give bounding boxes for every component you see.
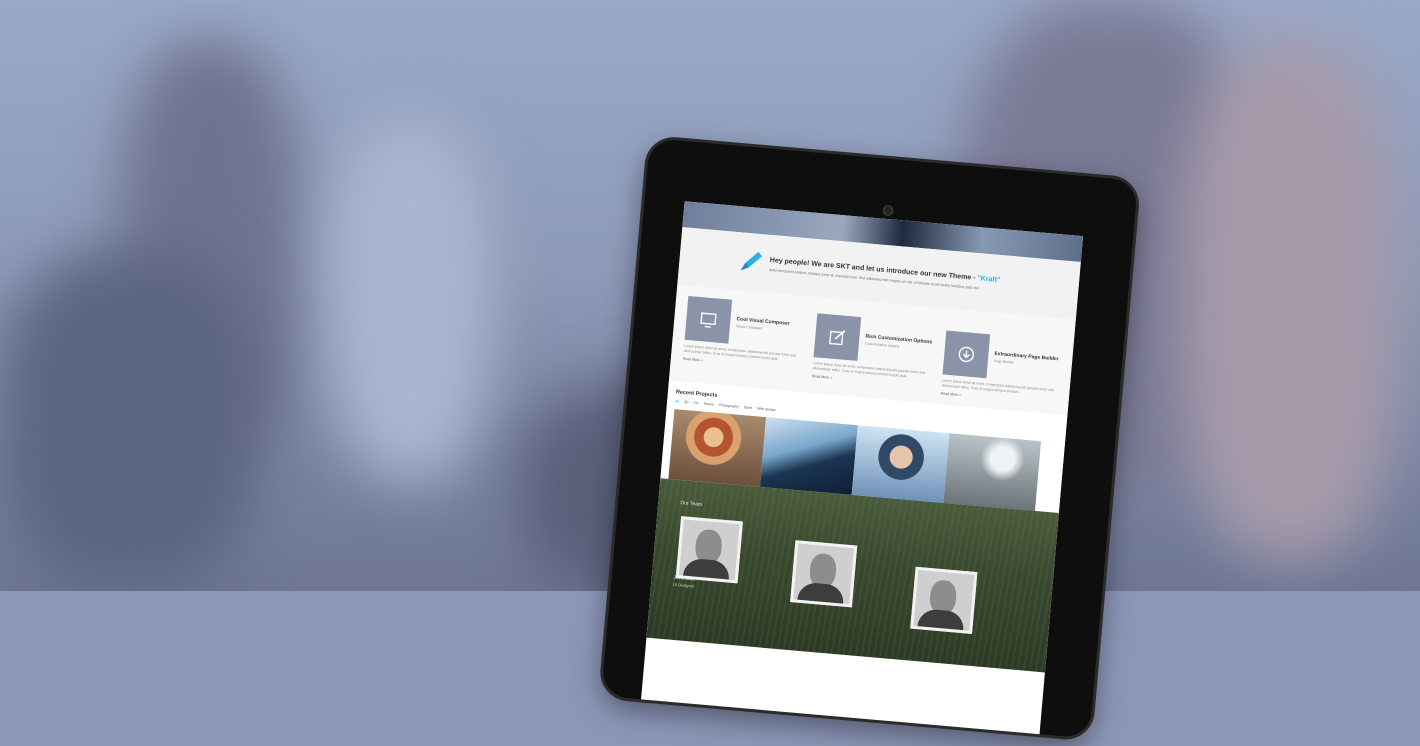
team-section: Our Team John Doe UI Designer bbox=[646, 478, 1059, 673]
feature-item: Extraordinary Page Builder Page Builder … bbox=[940, 330, 1064, 411]
project-thumbnail[interactable] bbox=[760, 417, 858, 495]
filter-tab[interactable]: Nature bbox=[703, 402, 714, 407]
filter-tab[interactable]: All bbox=[675, 399, 679, 403]
tablet-device: Hey people! We are SKT and let us introd… bbox=[601, 138, 1228, 746]
feature-icon-box bbox=[813, 313, 862, 361]
feature-subtitle: Customization options bbox=[864, 341, 900, 349]
tablet-frame: Hey people! We are SKT and let us introd… bbox=[601, 138, 1139, 739]
project-thumbnail[interactable] bbox=[851, 425, 950, 503]
team-member-photo[interactable] bbox=[675, 516, 743, 584]
feature-subtitle: Visual Composer bbox=[735, 324, 763, 331]
team-member-photo[interactable] bbox=[910, 566, 978, 634]
project-thumbnail[interactable] bbox=[943, 433, 1042, 511]
edit-icon bbox=[829, 330, 846, 346]
download-icon bbox=[958, 346, 975, 363]
feature-icon-box bbox=[684, 295, 733, 344]
feature-item: Cool Visual Composer Visual Composer Lor… bbox=[681, 295, 806, 388]
feature-item: Rich Customization Options Customization… bbox=[811, 313, 935, 399]
project-thumbnail[interactable] bbox=[668, 409, 767, 487]
team-member-photo[interactable] bbox=[790, 540, 858, 608]
filter-tab[interactable]: 3D bbox=[684, 400, 689, 404]
feature-icon-box bbox=[942, 330, 991, 379]
filter-tab[interactable]: Sport bbox=[744, 405, 753, 410]
filter-tab[interactable]: CG bbox=[693, 401, 699, 405]
tablet-screen: Hey people! We are SKT and let us introd… bbox=[641, 201, 1084, 735]
feature-subtitle: Page Builder bbox=[993, 358, 1015, 365]
pencil-icon bbox=[740, 251, 763, 271]
filter-tab[interactable]: Photography bbox=[719, 403, 739, 409]
filter-tab[interactable]: Web design bbox=[757, 406, 776, 412]
monitor-icon bbox=[700, 312, 717, 328]
camera-icon bbox=[884, 206, 892, 215]
